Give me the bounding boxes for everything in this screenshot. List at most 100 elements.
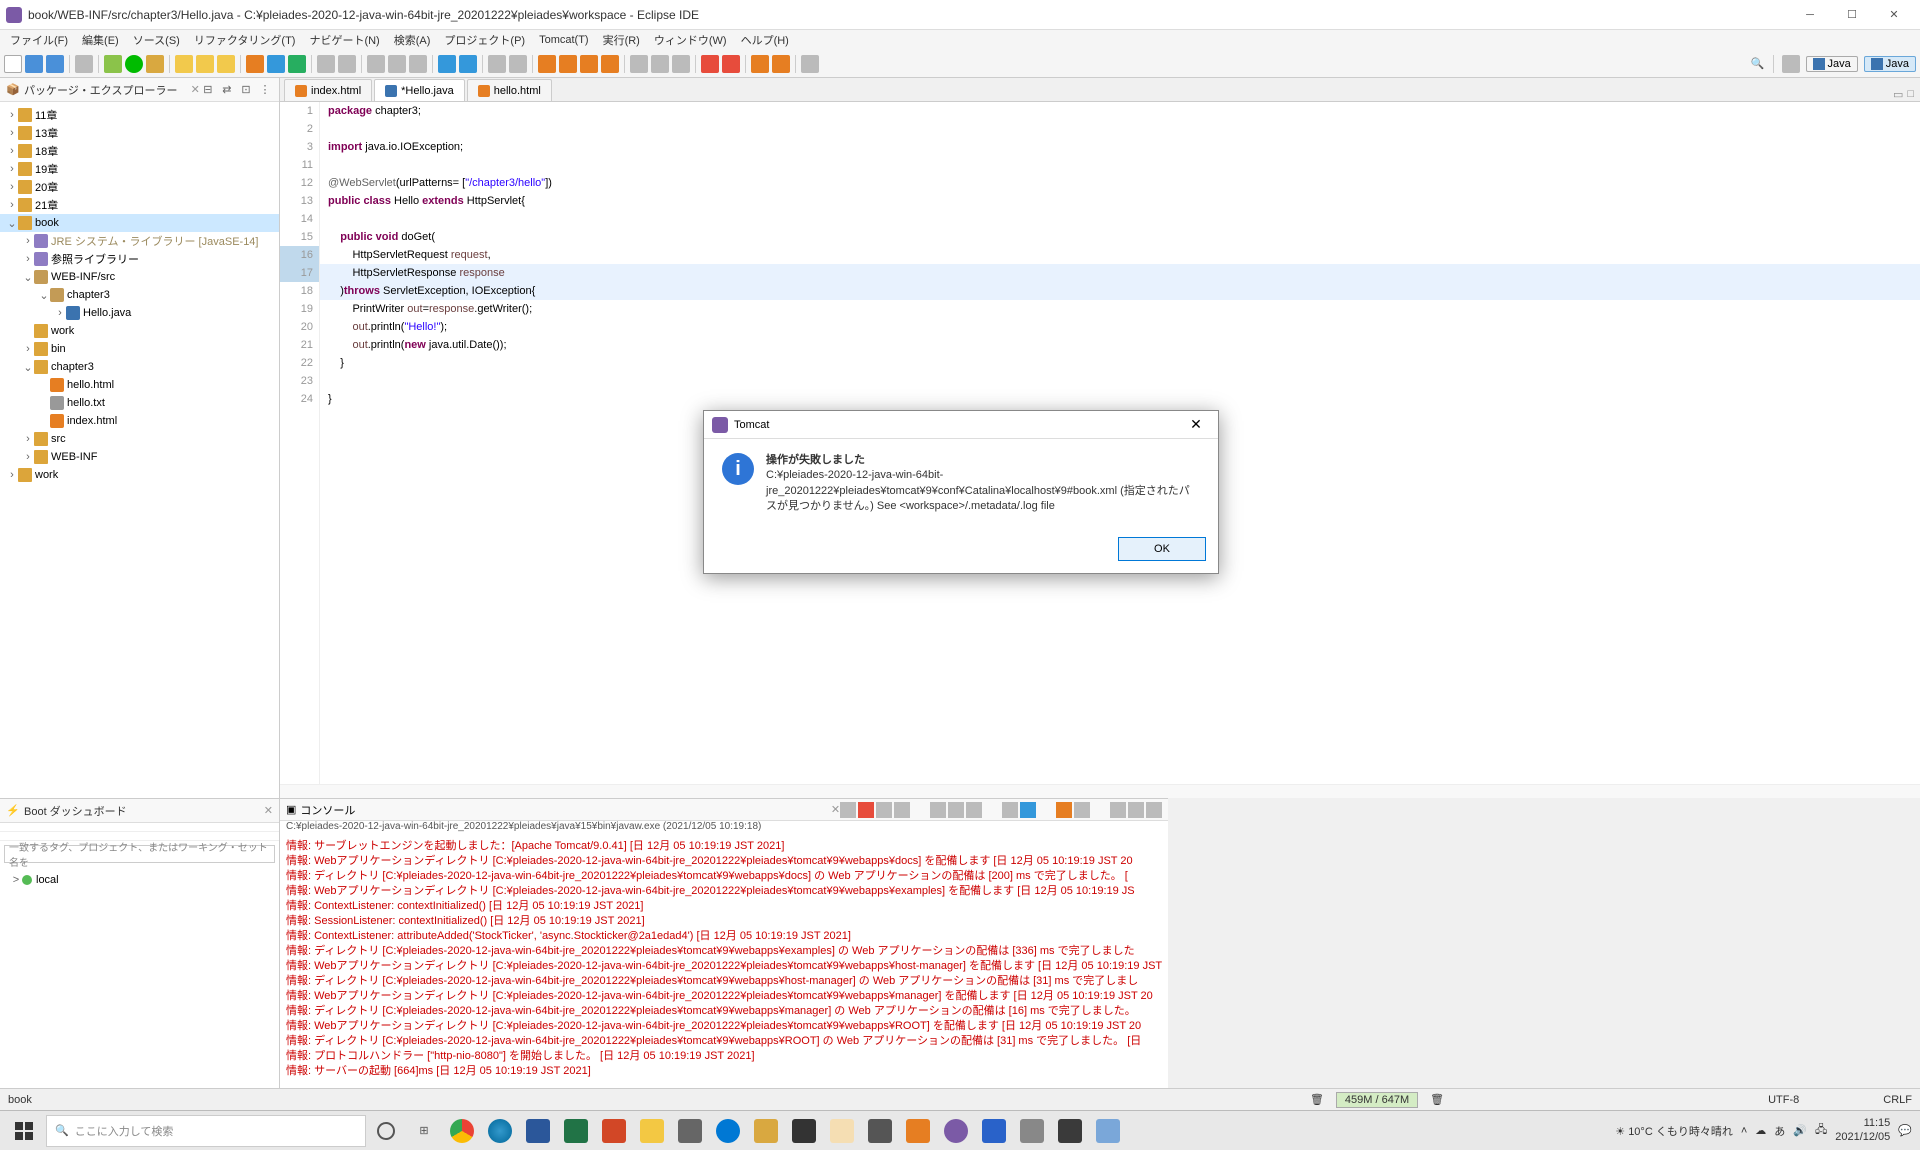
gc-icon[interactable]: 🗑 bbox=[1310, 1093, 1324, 1106]
tool-icon[interactable] bbox=[75, 55, 93, 73]
perspective-javaee[interactable]: Java bbox=[1864, 56, 1916, 72]
console-tool-icon[interactable] bbox=[1074, 802, 1090, 818]
tray-chevron-icon[interactable]: ˄ bbox=[1741, 1125, 1747, 1137]
tree-item[interactable]: ⌄chapter3 bbox=[0, 358, 279, 376]
scroll-lock-icon[interactable] bbox=[948, 802, 964, 818]
open-type-icon[interactable] bbox=[317, 55, 335, 73]
minimize-button[interactable]: ─ bbox=[1790, 4, 1830, 26]
package-explorer-tree[interactable]: ›11章›13章›18章›19章›20章›21章⌄book›JRE システム・ラ… bbox=[0, 102, 279, 798]
ext-tool-icon[interactable] bbox=[246, 55, 264, 73]
app-icon[interactable] bbox=[1052, 1113, 1088, 1149]
tool-icon[interactable] bbox=[701, 55, 719, 73]
open-perspective-icon[interactable] bbox=[1782, 55, 1800, 73]
start-button[interactable] bbox=[4, 1113, 44, 1149]
tree-item[interactable]: ⌄book bbox=[0, 214, 279, 232]
view-menu-icon[interactable]: ⋮ bbox=[257, 82, 273, 98]
tree-item[interactable]: ›WEB-INF bbox=[0, 448, 279, 466]
quick-access-icon[interactable]: 🔍 bbox=[1751, 57, 1765, 70]
tree-item[interactable]: ›JRE システム・ライブラリー [JavaSE-14] bbox=[0, 232, 279, 250]
pin-icon[interactable] bbox=[801, 55, 819, 73]
editor-tab[interactable]: hello.html bbox=[467, 79, 552, 101]
console-output[interactable]: 情報: サーブレットエンジンを起動しました：[Apache Tomcat/9.0… bbox=[280, 837, 1168, 1088]
menu-item[interactable]: リファクタリング(T) bbox=[188, 30, 302, 50]
tool-icon[interactable] bbox=[601, 55, 619, 73]
back-icon[interactable] bbox=[751, 55, 769, 73]
save-all-icon[interactable] bbox=[46, 55, 64, 73]
run-icon[interactable] bbox=[125, 55, 143, 73]
tree-item[interactable]: ⌄WEB-INF/src bbox=[0, 268, 279, 286]
tool-icon[interactable] bbox=[538, 55, 556, 73]
menu-item[interactable]: 検索(A) bbox=[388, 30, 437, 50]
editor-tab[interactable]: index.html bbox=[284, 79, 372, 101]
word-icon[interactable] bbox=[520, 1113, 556, 1149]
edge-icon[interactable] bbox=[482, 1113, 518, 1149]
tree-item[interactable]: ›src bbox=[0, 430, 279, 448]
app-icon[interactable] bbox=[1014, 1113, 1050, 1149]
app-icon[interactable] bbox=[710, 1113, 746, 1149]
menu-item[interactable]: ソース(S) bbox=[127, 30, 186, 50]
tool-icon[interactable] bbox=[388, 55, 406, 73]
gc-icon[interactable]: 🗑 bbox=[1430, 1093, 1444, 1106]
debug-icon[interactable] bbox=[104, 55, 122, 73]
powerpoint-icon[interactable] bbox=[596, 1113, 632, 1149]
tool-icon[interactable] bbox=[722, 55, 740, 73]
tree-item[interactable]: ›参照ライブラリー bbox=[0, 250, 279, 268]
tree-item[interactable]: ›bin bbox=[0, 340, 279, 358]
notifications-icon[interactable]: 💬 bbox=[1898, 1124, 1912, 1137]
tree-item[interactable]: ›21章 bbox=[0, 196, 279, 214]
weather-widget[interactable]: ☀ 10°C くもり時々晴れ bbox=[1615, 1123, 1733, 1139]
menu-item[interactable]: ナビゲート(N) bbox=[303, 30, 385, 50]
maximize-button[interactable]: ☐ bbox=[1832, 4, 1872, 26]
tree-item[interactable]: ›13章 bbox=[0, 124, 279, 142]
tree-item[interactable]: ⌄chapter3 bbox=[0, 286, 279, 304]
tree-item[interactable]: hello.html bbox=[0, 376, 279, 394]
eclipse-taskbar-icon[interactable] bbox=[938, 1113, 974, 1149]
app-icon[interactable] bbox=[900, 1113, 936, 1149]
encoding-status[interactable]: UTF-8 bbox=[1768, 1094, 1799, 1106]
tray-network-icon[interactable]: 🖧 bbox=[1815, 1121, 1827, 1140]
console-tool-icon[interactable] bbox=[1110, 802, 1126, 818]
close-view-icon[interactable]: ✕ bbox=[264, 804, 273, 817]
tool-icon[interactable] bbox=[559, 55, 577, 73]
app-icon[interactable] bbox=[976, 1113, 1012, 1149]
menu-item[interactable]: 編集(E) bbox=[76, 30, 125, 50]
tree-item[interactable]: hello.txt bbox=[0, 394, 279, 412]
editor-tab[interactable]: *Hello.java bbox=[374, 79, 465, 101]
tool-icon[interactable] bbox=[580, 55, 598, 73]
search-icon[interactable] bbox=[338, 55, 356, 73]
tool-icon[interactable] bbox=[438, 55, 456, 73]
focus-icon[interactable]: ⊡ bbox=[238, 82, 254, 98]
tomcat-stop-icon[interactable] bbox=[196, 55, 214, 73]
tray-time[interactable]: 11:15 bbox=[1835, 1117, 1890, 1130]
menu-item[interactable]: プロジェクト(P) bbox=[438, 30, 531, 50]
close-button[interactable]: ✕ bbox=[1874, 4, 1914, 26]
maximize-editor-icon[interactable]: □ bbox=[1907, 88, 1914, 101]
chrome-icon[interactable] bbox=[444, 1113, 480, 1149]
close-view-icon[interactable]: ✕ bbox=[831, 803, 840, 816]
minimize-icon[interactable] bbox=[1128, 802, 1144, 818]
display-console-icon[interactable] bbox=[1020, 802, 1036, 818]
perspective-java[interactable]: Java bbox=[1806, 56, 1858, 72]
excel-icon[interactable] bbox=[558, 1113, 594, 1149]
menu-item[interactable]: Tomcat(T) bbox=[533, 32, 595, 48]
forward-icon[interactable] bbox=[772, 55, 790, 73]
explorer-icon[interactable] bbox=[634, 1113, 670, 1149]
pin-console-icon[interactable] bbox=[1002, 802, 1018, 818]
tree-item[interactable]: work bbox=[0, 322, 279, 340]
menu-item[interactable]: ヘルプ(H) bbox=[735, 30, 795, 50]
taskbar-search[interactable]: 🔍 ここに入力して検索 bbox=[46, 1115, 366, 1147]
maximize-icon[interactable] bbox=[1146, 802, 1162, 818]
collapse-all-icon[interactable]: ⊟ bbox=[200, 82, 216, 98]
tree-item[interactable]: ›18章 bbox=[0, 142, 279, 160]
tool-icon[interactable] bbox=[367, 55, 385, 73]
tomcat-start-icon[interactable] bbox=[175, 55, 193, 73]
boot-search-input[interactable]: 一致するタグ、プロジェクト、またはワーキング・セット名を bbox=[4, 845, 275, 863]
menu-item[interactable]: ウィンドウ(W) bbox=[648, 30, 733, 50]
tray-onedrive-icon[interactable]: ☁ bbox=[1755, 1124, 1766, 1137]
remove-icon[interactable] bbox=[894, 802, 910, 818]
tree-item[interactable]: ›19章 bbox=[0, 160, 279, 178]
tool-icon[interactable] bbox=[459, 55, 477, 73]
console-tool-icon[interactable] bbox=[840, 802, 856, 818]
tree-item[interactable]: ›work bbox=[0, 466, 279, 484]
memory-status[interactable]: 459M / 647M bbox=[1336, 1092, 1418, 1108]
